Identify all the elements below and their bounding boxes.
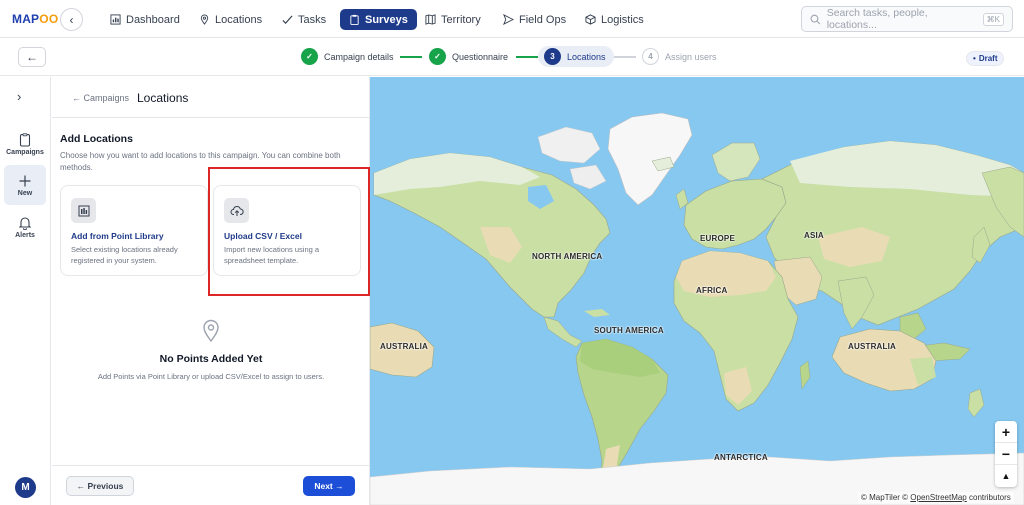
clipboard-icon: [350, 14, 359, 25]
top-navigation-bar: MAPOO ‹ Dashboard Locations Tasks Survey…: [0, 0, 1024, 38]
map-label-europe: EUROPE: [700, 234, 735, 243]
pin-icon: [200, 14, 209, 25]
panel-header: ← Campaigns Locations: [52, 77, 370, 118]
chevron-left-icon: ‹: [69, 12, 74, 27]
plus-icon: [19, 175, 31, 186]
map-label-africa: AFRICA: [696, 286, 728, 295]
map-pin-icon: [203, 319, 219, 343]
card-description: Import new locations using a spreadsheet…: [224, 245, 320, 265]
breadcrumb[interactable]: ← Campaigns: [72, 93, 129, 103]
previous-button[interactable]: ← Previous: [66, 476, 134, 496]
status-badge: • Draft: [966, 51, 1005, 66]
nav-field-ops[interactable]: Field Ops: [497, 9, 572, 30]
page-title: Locations: [137, 91, 189, 105]
card-title: Add from Point Library: [71, 231, 164, 241]
point-library-card[interactable]: Add from Point Library Select existing l…: [60, 185, 208, 276]
cloud-upload-icon: [224, 198, 249, 223]
search-placeholder: Search tasks, people, locations...: [826, 7, 928, 31]
nav-logistics[interactable]: Logistics: [579, 9, 650, 30]
nav-territory[interactable]: Territory: [419, 9, 487, 30]
bar-chart-icon: [110, 14, 121, 25]
zoom-controls: + − ▲: [995, 421, 1017, 487]
search-input[interactable]: Search tasks, people, locations... ⌘K: [801, 6, 1013, 32]
step-questionnaire[interactable]: ✓ Questionnaire: [429, 48, 508, 65]
search-shortcut: ⌘K: [982, 12, 1004, 26]
search-icon: [810, 14, 821, 24]
back-button[interactable]: ‹: [60, 8, 83, 31]
step-number: 4: [642, 48, 659, 65]
check-icon: ✓: [429, 48, 446, 65]
compass-button[interactable]: ▲: [995, 465, 1017, 487]
chevron-right-icon: ›: [17, 89, 22, 104]
step-campaign-details[interactable]: ✓ Campaign details: [301, 48, 394, 65]
wizard-stepper: ← ✓ Campaign details ✓ Questionnaire 3 L…: [0, 38, 1024, 76]
rail-item-new[interactable]: New: [4, 165, 46, 205]
section-title: Add Locations: [60, 133, 133, 145]
card-description: Select existing locations already regist…: [71, 245, 178, 265]
step-connector: [516, 56, 538, 58]
stepper-back-button[interactable]: ←: [18, 47, 46, 67]
map-label-australia-west: AUSTRALIA: [380, 342, 429, 351]
step-locations[interactable]: 3 Locations: [538, 46, 614, 67]
empty-state-title: No Points Added Yet: [159, 353, 263, 365]
arrow-left-icon: ←: [26, 50, 38, 64]
next-button[interactable]: Next →: [303, 476, 355, 496]
library-icon: [71, 198, 96, 223]
nav-locations[interactable]: Locations: [193, 9, 268, 30]
check-icon: [282, 15, 293, 25]
map-label-asia: ASIA: [804, 231, 824, 240]
map-attribution: © MapTiler © OpenStreetMap contributors: [858, 492, 1014, 503]
map-label-australia-east: AUSTRALIA: [848, 342, 897, 351]
clipboard-icon: [19, 132, 31, 147]
step-connector: [614, 56, 636, 58]
section-subtitle: Choose how you want to add locations to …: [60, 151, 341, 172]
panel-footer: ← Previous Next →: [52, 465, 370, 505]
app-logo[interactable]: MAPOO: [12, 12, 58, 26]
openstreetmap-link[interactable]: OpenStreetMap: [910, 493, 966, 502]
map-label-south-america: SOUTH AMERICA: [594, 326, 664, 335]
map-label-antarctica: ANTARCTICA: [714, 453, 768, 462]
step-assign-users[interactable]: 4 Assign users: [642, 48, 717, 65]
check-icon: ✓: [301, 48, 318, 65]
locations-panel: ← Campaigns Locations Add Locations Choo…: [52, 77, 370, 505]
left-rail: › Campaigns New Alerts M: [0, 77, 51, 505]
zoom-in-button[interactable]: +: [995, 421, 1017, 443]
map-icon: [425, 14, 436, 25]
card-title: Upload CSV / Excel: [224, 231, 302, 241]
map-label-north-america: NORTH AMERICA: [532, 252, 603, 261]
bell-icon: [18, 216, 32, 230]
avatar[interactable]: M: [15, 477, 36, 498]
box-icon: [585, 14, 596, 25]
nav-tasks[interactable]: Tasks: [276, 9, 332, 30]
step-number: 3: [544, 48, 561, 65]
nav-surveys[interactable]: Surveys: [340, 9, 417, 30]
send-icon: [503, 14, 514, 25]
nav-dashboard[interactable]: Dashboard: [104, 9, 186, 30]
rail-item-alerts[interactable]: Alerts: [4, 207, 46, 247]
world-map[interactable]: NORTH AMERICA EUROPE ASIA AFRICA SOUTH A…: [370, 77, 1024, 505]
upload-csv-card[interactable]: Upload CSV / Excel Import new locations …: [213, 185, 361, 276]
expand-sidebar-button[interactable]: ›: [17, 89, 21, 104]
zoom-out-button[interactable]: −: [995, 443, 1017, 465]
rail-item-campaigns[interactable]: Campaigns: [4, 124, 46, 164]
empty-state-subtitle: Add Points via Point Library or upload C…: [97, 372, 325, 381]
step-connector: [400, 56, 422, 58]
